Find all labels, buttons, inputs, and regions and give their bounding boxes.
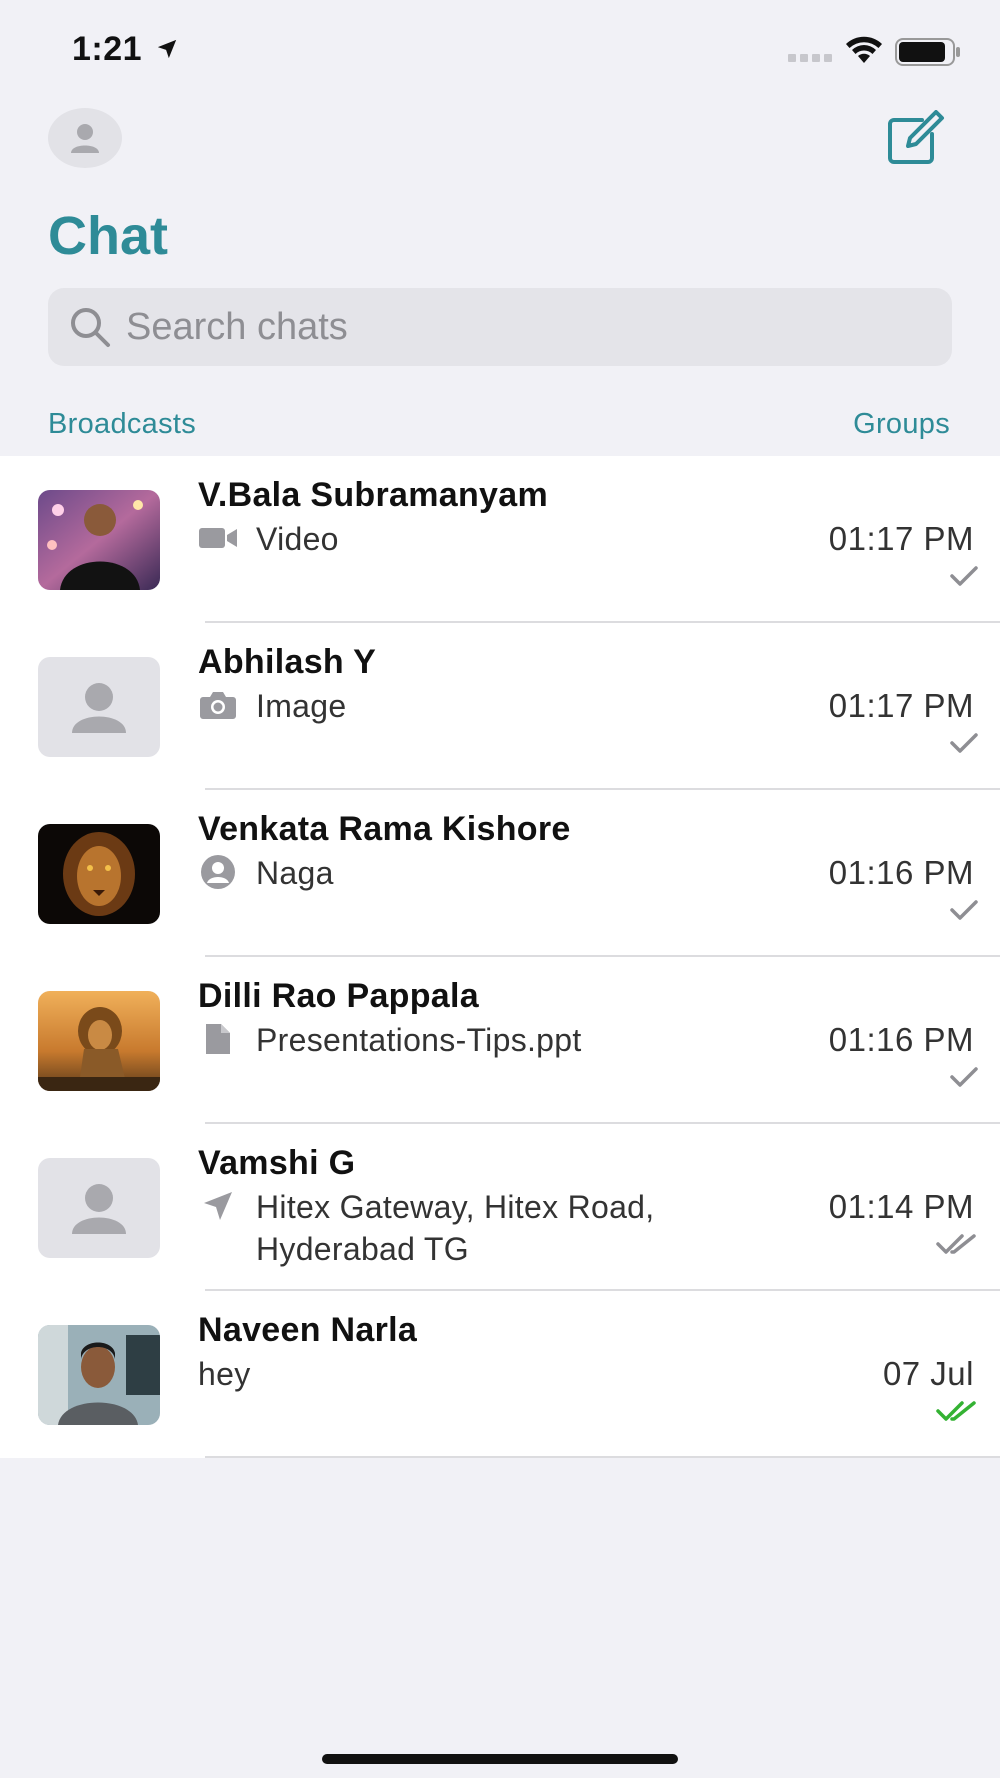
contact-photo-placeholder — [38, 1158, 160, 1258]
chat-name: Naveen Narla — [198, 1311, 418, 1349]
row-divider — [205, 1456, 1000, 1458]
contact-icon — [198, 852, 238, 892]
chat-time: 07 Jul — [882, 1355, 974, 1392]
chat-name: V.Bala Subramanyam — [198, 476, 548, 514]
person-icon — [71, 124, 99, 153]
chat-preview: Hitex Gateway, Hitex Road, Hyderabad TG — [198, 1186, 736, 1270]
contact-photo-placeholder — [38, 657, 160, 757]
wifi-icon — [846, 36, 882, 63]
chat-row[interactable]: Abhilash Y Image 01:17 PM — [0, 623, 1000, 790]
groups-link[interactable]: Groups — [853, 408, 950, 441]
chat-time: 01:17 PM — [828, 520, 974, 557]
sent-check-icon — [950, 733, 978, 753]
delivered-double-check-icon — [936, 1234, 976, 1254]
chat-preview-text: Naga — [256, 855, 334, 891]
chat-preview: Naga — [198, 852, 736, 894]
search-icon — [68, 305, 112, 349]
chat-list: V.Bala Subramanyam Video 01:17 PM Abhila… — [0, 456, 1000, 1458]
home-indicator[interactable] — [322, 1754, 678, 1764]
chat-row[interactable]: V.Bala Subramanyam Video 01:17 PM — [0, 456, 1000, 623]
chat-preview: Image — [198, 685, 736, 727]
chat-preview: Presentations-Tips.ppt — [198, 1019, 736, 1061]
search-input[interactable] — [126, 305, 906, 349]
person-icon — [72, 683, 126, 733]
document-icon — [198, 1019, 238, 1059]
status-time: 1:21 — [72, 30, 143, 68]
location-icon — [198, 1186, 238, 1226]
read-double-check-icon — [936, 1401, 976, 1421]
compose-icon[interactable] — [886, 110, 946, 166]
contact-photo — [38, 490, 160, 590]
contact-photo — [38, 824, 160, 924]
chat-name: Dilli Rao Pappala — [198, 977, 479, 1015]
sent-check-icon — [950, 900, 978, 920]
chat-row[interactable]: Naveen Narla hey 07 Jul — [0, 1291, 1000, 1458]
camera-icon — [198, 685, 238, 725]
chat-row[interactable]: Vamshi G Hitex Gateway, Hitex Road, Hyde… — [0, 1124, 1000, 1291]
contact-photo — [38, 991, 160, 1091]
chat-name: Venkata Rama Kishore — [198, 810, 571, 848]
chat-time: 01:14 PM — [828, 1188, 974, 1225]
location-arrow-icon — [157, 39, 177, 59]
video-icon — [198, 518, 238, 558]
page-title: Chat — [48, 206, 168, 266]
sent-check-icon — [950, 566, 978, 586]
chat-preview-text: hey — [198, 1356, 251, 1392]
cellular-signal-icon — [788, 54, 832, 62]
sent-check-icon — [950, 1067, 978, 1087]
chat-time: 01:16 PM — [828, 854, 974, 891]
chat-preview-text: Image — [256, 688, 347, 724]
chat-row[interactable]: Venkata Rama Kishore Naga 01:16 PM — [0, 790, 1000, 957]
chat-name: Vamshi G — [198, 1144, 356, 1182]
profile-avatar-button[interactable] — [48, 108, 122, 168]
person-icon — [72, 1184, 126, 1234]
status-bar: 1:21 — [0, 0, 1000, 100]
broadcasts-link[interactable]: Broadcasts — [48, 408, 196, 441]
chat-preview: hey — [198, 1353, 678, 1395]
chat-time: 01:17 PM — [828, 687, 974, 724]
chat-preview-text: Hitex Gateway, Hitex Road, Hyderabad TG — [256, 1189, 655, 1267]
battery-icon — [895, 38, 960, 66]
chat-preview: Video — [198, 518, 736, 560]
contact-photo — [38, 1325, 160, 1425]
chat-time: 01:16 PM — [828, 1021, 974, 1058]
search-bar[interactable] — [48, 288, 952, 366]
chat-preview-text: Video — [256, 521, 339, 557]
chat-row[interactable]: Dilli Rao Pappala Presentations-Tips.ppt… — [0, 957, 1000, 1124]
chat-preview-text: Presentations-Tips.ppt — [256, 1022, 582, 1058]
chat-name: Abhilash Y — [198, 643, 377, 681]
